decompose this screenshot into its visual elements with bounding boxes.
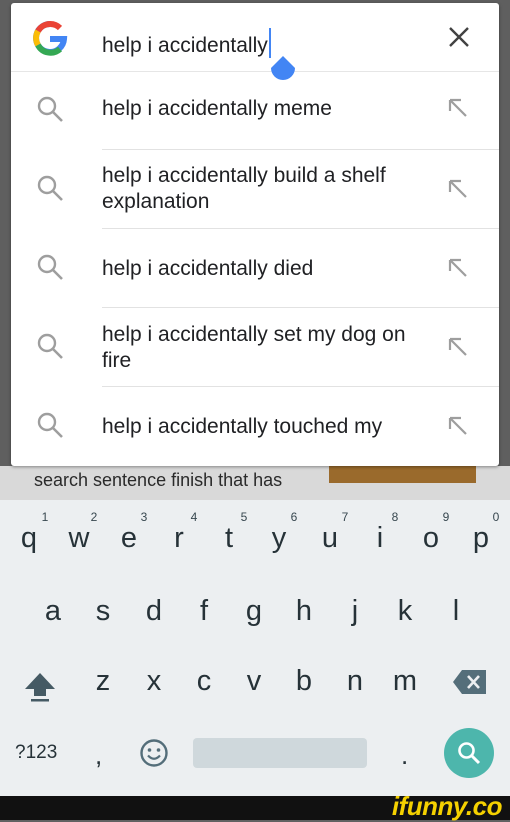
search-icon <box>37 333 63 359</box>
suggestion-item[interactable]: help i accidentally set my dog on fire <box>11 308 499 387</box>
spacebar[interactable] <box>193 738 367 768</box>
key-k[interactable]: k <box>385 595 425 628</box>
on-screen-keyboard: 1 2 3 4 5 6 7 8 9 0 q w e r t y u i o p … <box>0 500 510 796</box>
key-a[interactable]: a <box>33 595 73 628</box>
search-icon <box>458 742 481 765</box>
key-n[interactable]: n <box>335 665 375 698</box>
key-h[interactable]: h <box>284 595 324 628</box>
search-input[interactable]: help i accidentally <box>102 28 271 58</box>
emoji-icon[interactable] <box>139 738 169 768</box>
watermark-bar: ifunny.co <box>0 791 510 821</box>
text-cursor <box>268 28 271 58</box>
search-icon <box>37 96 63 122</box>
close-icon[interactable] <box>447 25 471 49</box>
comma-key[interactable]: , <box>95 740 102 771</box>
suggestion-item[interactable]: help i accidentally build a shelf explan… <box>11 150 499 229</box>
key-e[interactable]: e <box>109 522 149 555</box>
suggestion-item[interactable]: help i accidentally died <box>11 229 499 308</box>
key-j[interactable]: j <box>335 595 375 628</box>
backspace-icon[interactable] <box>452 668 488 696</box>
key-s[interactable]: s <box>83 595 123 628</box>
key-g[interactable]: g <box>234 595 274 628</box>
key-t[interactable]: t <box>209 522 249 555</box>
key-m[interactable]: m <box>385 665 425 698</box>
fill-query-arrow-icon[interactable] <box>447 257 469 279</box>
fill-query-arrow-icon[interactable] <box>447 97 469 119</box>
search-key-button[interactable] <box>444 728 494 778</box>
key-z[interactable]: z <box>83 665 123 698</box>
key-i[interactable]: i <box>360 522 400 555</box>
suggestion-text: help i accidentally died <box>102 257 314 280</box>
suggestion-text: help i accidentally build a shelf explan… <box>102 164 386 213</box>
suggestion-text: help i accidentally meme <box>102 97 332 120</box>
suggestion-item[interactable]: help i accidentally meme <box>11 71 499 150</box>
key-x[interactable]: x <box>134 665 174 698</box>
search-input-text: help i accidentally <box>102 34 268 57</box>
key-f[interactable]: f <box>184 595 224 628</box>
watermark-logo: ifunny.co <box>391 791 503 821</box>
symbols-key[interactable]: ?123 <box>15 742 57 764</box>
search-icon <box>37 254 63 280</box>
key-y[interactable]: y <box>259 522 299 555</box>
suggestion-text: help i accidentally set my dog on fire <box>102 323 406 372</box>
background-image <box>329 466 476 483</box>
key-u[interactable]: u <box>310 522 350 555</box>
shift-icon[interactable] <box>22 668 58 704</box>
key-v[interactable]: v <box>234 665 274 698</box>
key-b[interactable]: b <box>284 665 324 698</box>
background-caption: search sentence finish that has <box>34 470 283 490</box>
key-c[interactable]: c <box>184 665 224 698</box>
key-p[interactable]: p <box>461 522 501 555</box>
search-bar[interactable]: help i accidentally <box>11 3 499 80</box>
search-suggestions-card: help i accidentally help i accidentally … <box>11 3 499 466</box>
period-key[interactable]: . <box>401 740 408 771</box>
fill-query-arrow-icon[interactable] <box>447 415 469 437</box>
key-d[interactable]: d <box>134 595 174 628</box>
google-logo-icon[interactable] <box>31 19 69 57</box>
key-o[interactable]: o <box>411 522 451 555</box>
key-l[interactable]: l <box>436 595 476 628</box>
key-w[interactable]: w <box>59 522 99 555</box>
suggestion-item[interactable]: help i accidentally touched my <box>11 387 499 466</box>
fill-query-arrow-icon[interactable] <box>447 178 469 200</box>
search-icon <box>37 175 63 201</box>
key-r[interactable]: r <box>159 522 199 555</box>
fill-query-arrow-icon[interactable] <box>447 336 469 358</box>
key-q[interactable]: q <box>9 522 49 555</box>
search-icon <box>37 412 63 438</box>
suggestion-text: help i accidentally touched my <box>102 415 383 438</box>
